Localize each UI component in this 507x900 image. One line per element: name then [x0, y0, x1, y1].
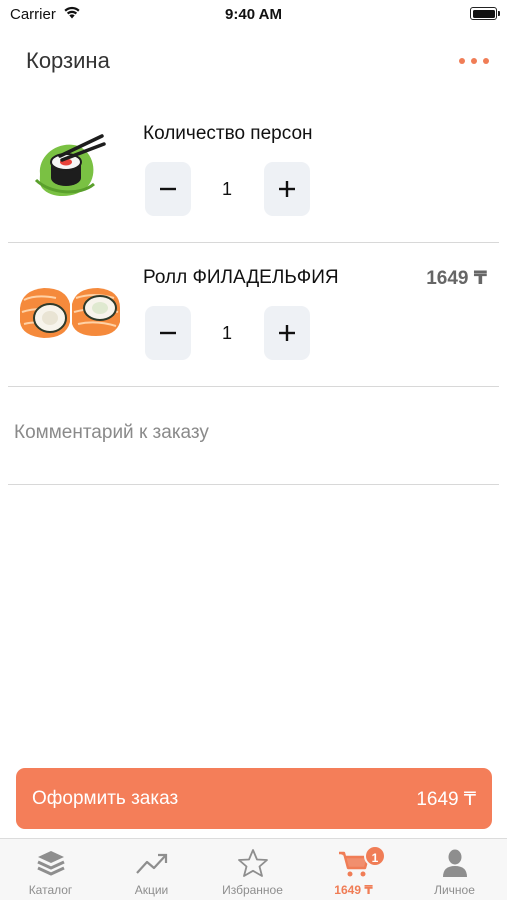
tab-catalog[interactable]: Каталог [0, 839, 101, 900]
tab-label: Личное [434, 883, 475, 897]
tab-favorites[interactable]: Избранное [202, 839, 303, 900]
increase-quantity-button[interactable] [264, 162, 310, 216]
minus-icon [160, 187, 176, 191]
page-title: Корзина [26, 48, 110, 73]
tab-label: Избранное [222, 883, 283, 897]
header: Корзина [0, 40, 507, 84]
philadelphia-roll-image [20, 288, 120, 338]
tab-profile[interactable]: Личное [404, 839, 505, 900]
checkout-label: Оформить заказ [32, 788, 179, 809]
tab-bar: Каталог Акции Избранное 1 1649 ₸ Личное [0, 838, 507, 900]
tab-label: Каталог [28, 883, 73, 897]
decrease-quantity-button[interactable] [145, 306, 191, 360]
plus-icon [279, 325, 295, 341]
battery-icon [470, 7, 500, 20]
divider [8, 386, 499, 387]
divider [8, 242, 499, 243]
decrease-quantity-button[interactable] [145, 162, 191, 216]
more-options-button[interactable] [457, 50, 491, 72]
status-bar: Carrier 9:40 AM [0, 0, 507, 28]
order-comment-input[interactable]: Комментарий к заказу [14, 422, 209, 444]
item-price: 1649 ₸ [426, 268, 487, 289]
clock: 9:40 AM [225, 6, 282, 23]
star-icon [237, 849, 268, 877]
trending-up-icon [135, 853, 167, 874]
more-dot-icon [459, 58, 465, 64]
tab-label: Акции [134, 883, 169, 897]
person-icon [442, 849, 467, 877]
minus-icon [160, 331, 176, 335]
divider [8, 484, 499, 485]
quantity-value: 1 [221, 323, 232, 343]
checkout-button[interactable]: Оформить заказ 1649 ₸ [16, 768, 492, 829]
tab-label: 1649 ₸ [334, 883, 373, 897]
plus-icon [279, 181, 295, 197]
item-name: Количество персон [143, 123, 313, 144]
tab-promotions[interactable]: Акции [101, 839, 202, 900]
more-dot-icon [483, 58, 489, 64]
sushi-chopsticks-logo-icon [34, 134, 106, 197]
item-name: Ролл ФИЛАДЕЛЬФИЯ [143, 267, 339, 288]
checkout-total: 1649 ₸ [416, 789, 476, 810]
quantity-value: 1 [221, 179, 232, 199]
increase-quantity-button[interactable] [264, 306, 310, 360]
cart-count-badge: 1 [364, 845, 386, 867]
layers-icon [36, 851, 65, 876]
more-dot-icon [471, 58, 477, 64]
tab-cart[interactable]: 1 1649 ₸ [303, 839, 404, 900]
